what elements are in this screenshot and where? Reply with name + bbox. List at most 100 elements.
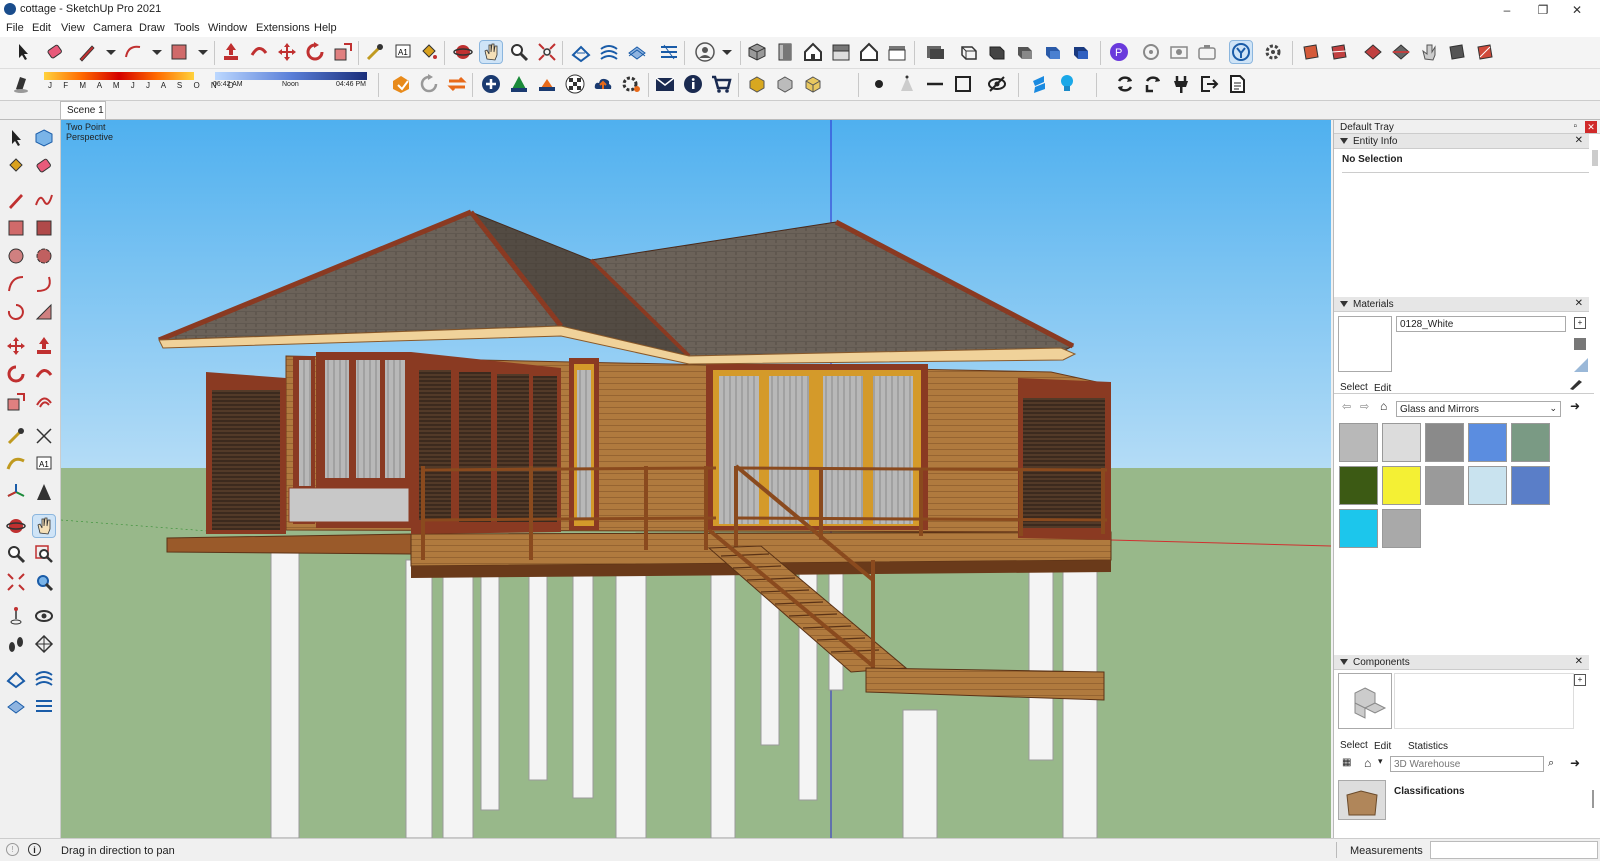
advanced-camera-icon[interactable] xyxy=(1196,41,1218,63)
view-left-icon[interactable] xyxy=(886,41,908,63)
material-swatch[interactable] xyxy=(1339,509,1378,548)
polygon-icon[interactable] xyxy=(33,245,55,267)
zoom-icon[interactable] xyxy=(508,41,530,63)
panel-close-icon[interactable]: ✕ xyxy=(1575,656,1583,667)
dropdown-arrow-icon[interactable] xyxy=(146,41,168,63)
rotated-rectangle-icon[interactable] xyxy=(33,217,55,239)
view-back-icon[interactable] xyxy=(858,41,880,63)
previous-view-icon[interactable] xyxy=(33,571,55,593)
arc-icon[interactable] xyxy=(5,273,27,295)
make-component-icon[interactable] xyxy=(33,127,55,149)
components-header[interactable]: Components ✕ xyxy=(1334,655,1589,670)
search-icon[interactable]: ⌕ xyxy=(1548,757,1554,770)
close-icon[interactable]: ✕ xyxy=(1562,2,1592,18)
material-swatch[interactable] xyxy=(1511,423,1550,462)
paint-bucket-icon[interactable] xyxy=(418,41,440,63)
materials-header[interactable]: Materials ✕ xyxy=(1334,297,1589,312)
walkthrough-icon[interactable] xyxy=(1229,40,1253,64)
panel-close-icon[interactable]: ✕ xyxy=(1575,135,1583,146)
zoom-window-icon[interactable] xyxy=(33,543,55,565)
display-secondary-icon[interactable] xyxy=(1574,338,1586,350)
arc-tool-icon[interactable] xyxy=(122,41,144,63)
warehouse-search-input[interactable] xyxy=(1390,756,1544,772)
follow-me-icon[interactable] xyxy=(248,41,270,63)
offset-icon[interactable] xyxy=(33,391,55,413)
menu-window[interactable]: Window xyxy=(208,22,247,34)
three-point-arc-icon[interactable] xyxy=(5,301,27,323)
section-box-icon[interactable] xyxy=(1446,41,1468,63)
section-fill-icon[interactable] xyxy=(1362,41,1384,63)
chevron-down-icon[interactable]: ▾ xyxy=(1378,756,1383,767)
two-point-arc-icon[interactable] xyxy=(33,273,55,295)
cottage-model-scene[interactable] xyxy=(61,120,1331,838)
material-swatch[interactable] xyxy=(1382,423,1421,462)
rotate-icon[interactable] xyxy=(304,41,326,63)
scene-tab[interactable]: Scene 1 xyxy=(60,101,106,119)
paint-bucket-icon[interactable] xyxy=(5,155,27,177)
tray-close-icon[interactable]: ✕ xyxy=(1585,121,1597,133)
dropdown-arrow-icon[interactable] xyxy=(716,41,738,63)
menu-help[interactable]: Help xyxy=(314,22,337,34)
view-front-icon[interactable] xyxy=(802,41,824,63)
home-icon[interactable]: ⌂ xyxy=(1380,399,1387,413)
material-swatch[interactable] xyxy=(1511,466,1550,505)
eraser-icon[interactable] xyxy=(33,155,55,177)
sandbox-scratch-icon[interactable] xyxy=(33,667,55,689)
sandbox-contours-icon[interactable] xyxy=(5,667,27,689)
tape-measure-icon[interactable] xyxy=(364,41,386,63)
panel-close-icon[interactable]: ✕ xyxy=(1575,298,1583,309)
zoom-icon[interactable] xyxy=(5,543,27,565)
components-tab-statistics[interactable]: Statistics xyxy=(1408,741,1448,752)
restore-icon[interactable]: ❐ xyxy=(1528,2,1558,18)
menu-view[interactable]: View xyxy=(61,22,85,34)
back-arrow-icon[interactable]: ⇦ xyxy=(1342,400,1351,413)
instructor-info-icon[interactable]: i xyxy=(28,843,41,856)
protractor-icon[interactable] xyxy=(5,453,27,475)
3d-text-icon[interactable] xyxy=(33,481,55,503)
style-hidden-line-icon[interactable] xyxy=(986,41,1008,63)
style-wireframe-icon[interactable] xyxy=(958,41,980,63)
sample-paint-icon[interactable] xyxy=(1574,358,1588,372)
details-arrow-icon[interactable]: ➜ xyxy=(1570,399,1580,413)
dimension-icon[interactable] xyxy=(33,425,55,447)
shadow-date-slider[interactable] xyxy=(44,72,194,80)
pie-icon[interactable] xyxy=(33,301,55,323)
rotate-icon[interactable] xyxy=(5,363,27,385)
component-options-icon[interactable]: + xyxy=(1574,674,1586,686)
zoom-extents-icon[interactable] xyxy=(536,41,558,63)
zoom-extents-icon[interactable] xyxy=(5,571,27,593)
sandbox-stamp-icon[interactable] xyxy=(5,695,27,717)
scale-icon[interactable] xyxy=(5,391,27,413)
components-tab-select[interactable]: Select xyxy=(1340,740,1368,751)
rectangle-icon[interactable] xyxy=(5,217,27,239)
style-shaded-icon[interactable] xyxy=(1014,41,1036,63)
components-tab-edit[interactable]: Edit xyxy=(1374,741,1391,752)
menu-file[interactable]: File xyxy=(6,22,24,34)
extension-p-icon[interactable]: P xyxy=(1108,41,1130,63)
style-monochrome-icon[interactable] xyxy=(1070,41,1092,63)
follow-me-icon[interactable] xyxy=(33,363,55,385)
entity-info-header[interactable]: Entity Info ✕ xyxy=(1334,134,1589,149)
move-icon[interactable] xyxy=(276,41,298,63)
details-arrow-icon[interactable]: ➜ xyxy=(1570,756,1580,770)
material-swatch[interactable] xyxy=(1382,466,1421,505)
home-icon[interactable]: ⌂ xyxy=(1364,756,1371,770)
style-textured-icon[interactable] xyxy=(1042,41,1064,63)
orbit-icon[interactable] xyxy=(5,515,27,537)
push-pull-icon[interactable] xyxy=(33,335,55,357)
pan-hand-icon[interactable] xyxy=(479,40,503,64)
move-icon[interactable] xyxy=(5,335,27,357)
section-cut-icon[interactable] xyxy=(1390,41,1412,63)
view-options-icon[interactable]: ▦ xyxy=(1342,757,1351,768)
section-display-icon[interactable] xyxy=(1328,41,1350,63)
view-iso-icon[interactable] xyxy=(746,41,768,63)
section-plane-icon[interactable] xyxy=(33,633,55,655)
walk-icon[interactable] xyxy=(5,633,27,655)
shadow-toggle-icon[interactable] xyxy=(10,73,32,95)
geo-location-icon[interactable]: ! xyxy=(6,843,19,856)
pin-icon[interactable]: ▫ xyxy=(1573,121,1577,132)
dropdown-arrow-icon[interactable] xyxy=(100,41,122,63)
eyedropper-icon[interactable] xyxy=(1568,378,1584,390)
menu-draw[interactable]: Draw xyxy=(139,22,165,34)
model-viewport[interactable] xyxy=(61,120,1331,838)
